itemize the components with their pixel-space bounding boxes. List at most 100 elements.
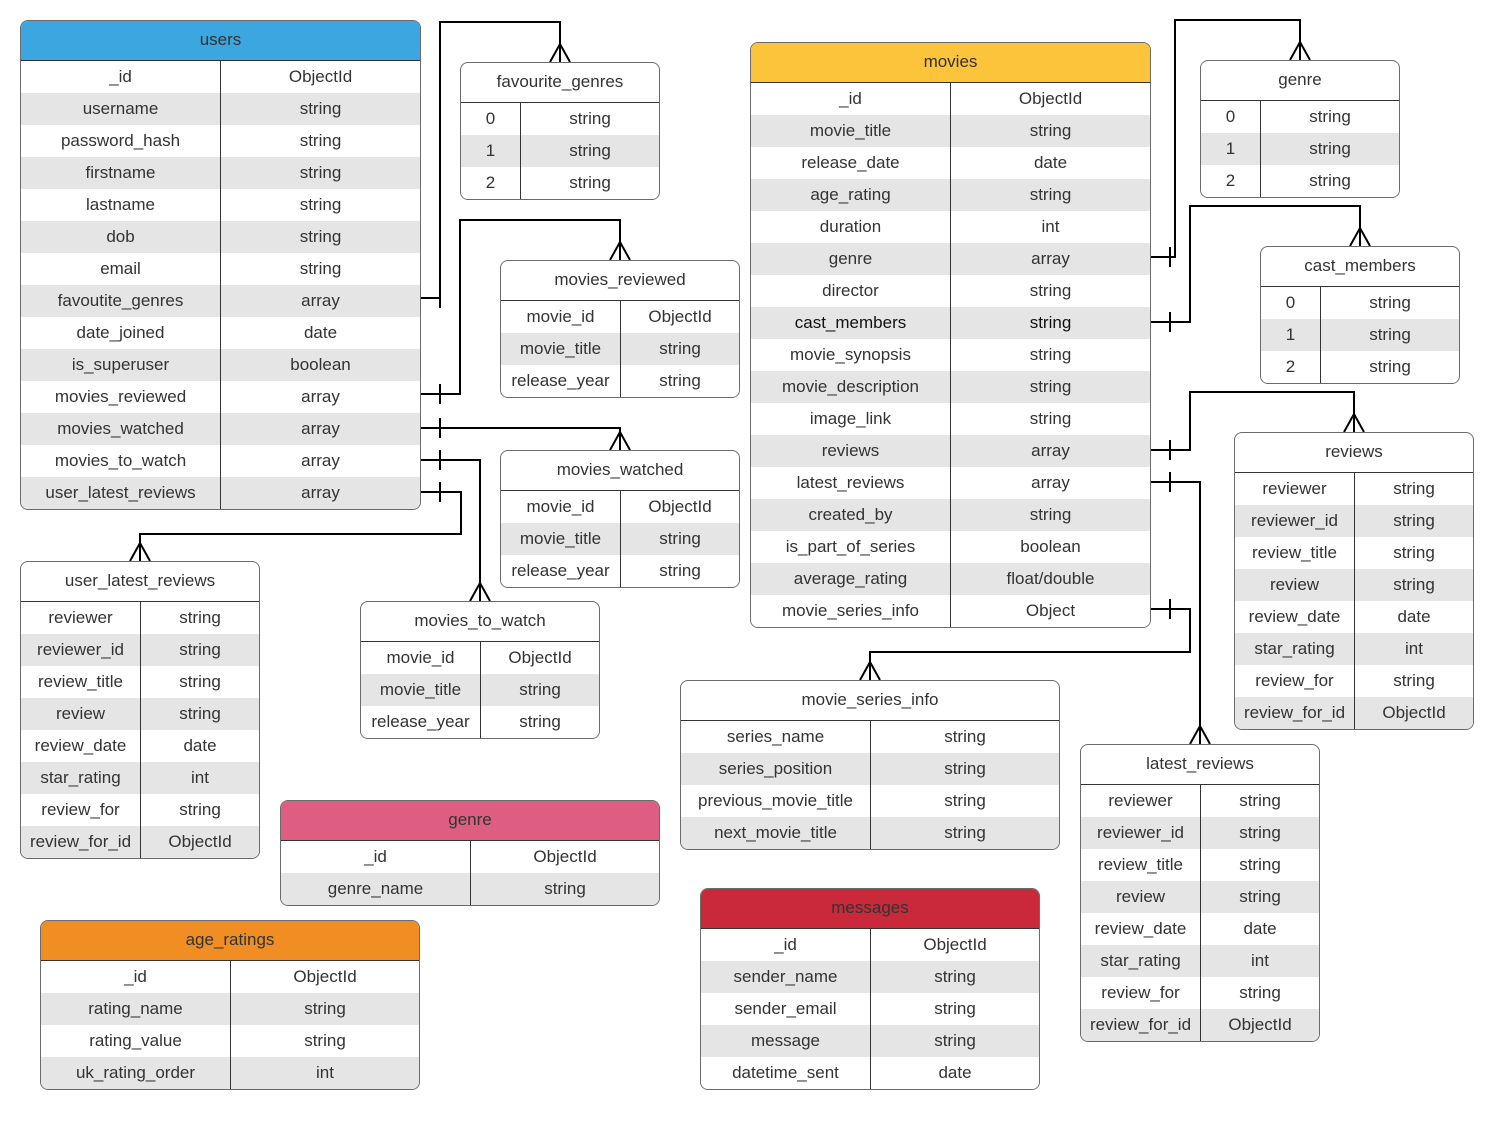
- field-row[interactable]: 1 string: [1261, 319, 1459, 351]
- field-row[interactable]: uk_rating_order int: [41, 1057, 419, 1089]
- field-row[interactable]: star_rating int: [1081, 945, 1319, 977]
- field-row[interactable]: movie_title string: [751, 115, 1150, 147]
- field-row[interactable]: 0 string: [1201, 101, 1399, 133]
- field-row[interactable]: review_date date: [1081, 913, 1319, 945]
- entity-movies[interactable]: movies _id ObjectId movie_title string releas…: [750, 42, 1151, 628]
- field-row[interactable]: review_for string: [1081, 977, 1319, 1009]
- field-row[interactable]: 1 string: [1201, 133, 1399, 165]
- entity-cast-members[interactable]: cast_members 0 string 1 string 2 string: [1260, 246, 1460, 384]
- field-row[interactable]: reviewer string: [21, 602, 259, 634]
- field-row[interactable]: review_for_id ObjectId: [1235, 697, 1473, 729]
- field-row[interactable]: review_date date: [21, 730, 259, 762]
- entity-movie-series-info[interactable]: movie_series_info series_name string series…: [680, 680, 1060, 850]
- field-row[interactable]: image_link string: [751, 403, 1150, 435]
- field-row[interactable]: review_for_id ObjectId: [21, 826, 259, 858]
- field-row[interactable]: release_date date: [751, 147, 1150, 179]
- field-row[interactable]: created_by string: [751, 499, 1150, 531]
- field-row[interactable]: favoutite_genres array: [21, 285, 420, 317]
- field-row[interactable]: username string: [21, 93, 420, 125]
- field-row[interactable]: review_for string: [21, 794, 259, 826]
- field-row[interactable]: dob string: [21, 221, 420, 253]
- field-row[interactable]: 0 string: [1261, 287, 1459, 319]
- field-row[interactable]: _id ObjectId: [701, 929, 1039, 961]
- entity-favourite-genres[interactable]: favourite_genres 0 string 1 string 2 string: [460, 62, 660, 200]
- field-row[interactable]: reviewer string: [1081, 785, 1319, 817]
- entity-user-latest-reviews[interactable]: user_latest_reviews reviewer string reviewe…: [20, 561, 260, 859]
- field-row[interactable]: review_for_id ObjectId: [1081, 1009, 1319, 1041]
- field-row[interactable]: genre array: [751, 243, 1150, 275]
- field-row[interactable]: is_part_of_series boolean: [751, 531, 1150, 563]
- field-row[interactable]: previous_movie_title string: [681, 785, 1059, 817]
- entity-users[interactable]: users _id ObjectId username string password_h…: [20, 20, 421, 510]
- entity-latest-reviews[interactable]: latest_reviews reviewer string reviewer_id s…: [1080, 744, 1320, 1042]
- entity-reviews[interactable]: reviews reviewer string reviewer_id string re…: [1234, 432, 1474, 730]
- field-row[interactable]: movie_synopsis string: [751, 339, 1150, 371]
- entity-age-ratings[interactable]: age_ratings _id ObjectId rating_name string r…: [40, 920, 420, 1090]
- field-row[interactable]: genre_name string: [281, 873, 659, 905]
- field-row[interactable]: 2 string: [1201, 165, 1399, 197]
- field-row[interactable]: release_year string: [501, 365, 739, 397]
- field-row[interactable]: rating_value string: [41, 1025, 419, 1057]
- field-row[interactable]: review_title string: [1081, 849, 1319, 881]
- field-row[interactable]: movie_id ObjectId: [501, 491, 739, 523]
- field-row[interactable]: rating_name string: [41, 993, 419, 1025]
- field-row[interactable]: movies_to_watch array: [21, 445, 420, 477]
- entity-movies-watched[interactable]: movies_watched movie_id ObjectId movie_titl…: [500, 450, 740, 588]
- field-row[interactable]: review_title string: [1235, 537, 1473, 569]
- entity-movies-reviewed[interactable]: movies_reviewed movie_id ObjectId movie_tit…: [500, 260, 740, 398]
- field-row[interactable]: movie_series_info Object: [751, 595, 1150, 627]
- field-row[interactable]: reviewer_id string: [1235, 505, 1473, 537]
- field-row[interactable]: 2 string: [461, 167, 659, 199]
- field-row[interactable]: reviewer_id string: [21, 634, 259, 666]
- field-row[interactable]: age_rating string: [751, 179, 1150, 211]
- field-row[interactable]: _id ObjectId: [281, 841, 659, 873]
- field-row[interactable]: sender_name string: [701, 961, 1039, 993]
- field-row[interactable]: series_name string: [681, 721, 1059, 753]
- field-row[interactable]: user_latest_reviews array: [21, 477, 420, 509]
- entity-messages[interactable]: messages _id ObjectId sender_name string send…: [700, 888, 1040, 1090]
- field-row[interactable]: movie_title string: [361, 674, 599, 706]
- field-row[interactable]: sender_email string: [701, 993, 1039, 1025]
- field-row[interactable]: cast_members string: [751, 307, 1150, 339]
- field-row[interactable]: release_year string: [361, 706, 599, 738]
- field-row[interactable]: series_position string: [681, 753, 1059, 785]
- field-row[interactable]: 1 string: [461, 135, 659, 167]
- field-row[interactable]: review string: [1235, 569, 1473, 601]
- field-row[interactable]: is_superuser boolean: [21, 349, 420, 381]
- field-row[interactable]: star_rating int: [21, 762, 259, 794]
- field-row[interactable]: 0 string: [461, 103, 659, 135]
- field-row[interactable]: review_date date: [1235, 601, 1473, 633]
- field-row[interactable]: movie_title string: [501, 523, 739, 555]
- entity-genre-collection[interactable]: genre _id ObjectId genre_name string: [280, 800, 660, 906]
- field-row[interactable]: reviews array: [751, 435, 1150, 467]
- field-row[interactable]: _id ObjectId: [41, 961, 419, 993]
- field-row[interactable]: date_joined date: [21, 317, 420, 349]
- field-row[interactable]: email string: [21, 253, 420, 285]
- entity-movies-to-watch[interactable]: movies_to_watch movie_id ObjectId movie_tit…: [360, 601, 600, 739]
- field-row[interactable]: release_year string: [501, 555, 739, 587]
- field-row[interactable]: review string: [1081, 881, 1319, 913]
- field-row[interactable]: duration int: [751, 211, 1150, 243]
- field-row[interactable]: reviewer_id string: [1081, 817, 1319, 849]
- entity-genre-array[interactable]: genre 0 string 1 string 2 string: [1200, 60, 1400, 198]
- field-row[interactable]: 2 string: [1261, 351, 1459, 383]
- field-row[interactable]: review_title string: [21, 666, 259, 698]
- field-row[interactable]: _id ObjectId: [751, 83, 1150, 115]
- field-row[interactable]: movies_watched array: [21, 413, 420, 445]
- field-row[interactable]: lastname string: [21, 189, 420, 221]
- field-row[interactable]: average_rating float/double: [751, 563, 1150, 595]
- field-row[interactable]: password_hash string: [21, 125, 420, 157]
- field-row[interactable]: movies_reviewed array: [21, 381, 420, 413]
- field-row[interactable]: movie_id ObjectId: [501, 301, 739, 333]
- field-row[interactable]: movie_title string: [501, 333, 739, 365]
- field-row[interactable]: review string: [21, 698, 259, 730]
- field-row[interactable]: message string: [701, 1025, 1039, 1057]
- field-row[interactable]: reviewer string: [1235, 473, 1473, 505]
- field-row[interactable]: latest_reviews array: [751, 467, 1150, 499]
- field-row[interactable]: datetime_sent date: [701, 1057, 1039, 1089]
- field-row[interactable]: firstname string: [21, 157, 420, 189]
- field-row[interactable]: star_rating int: [1235, 633, 1473, 665]
- field-row[interactable]: movie_description string: [751, 371, 1150, 403]
- field-row[interactable]: movie_id ObjectId: [361, 642, 599, 674]
- field-row[interactable]: review_for string: [1235, 665, 1473, 697]
